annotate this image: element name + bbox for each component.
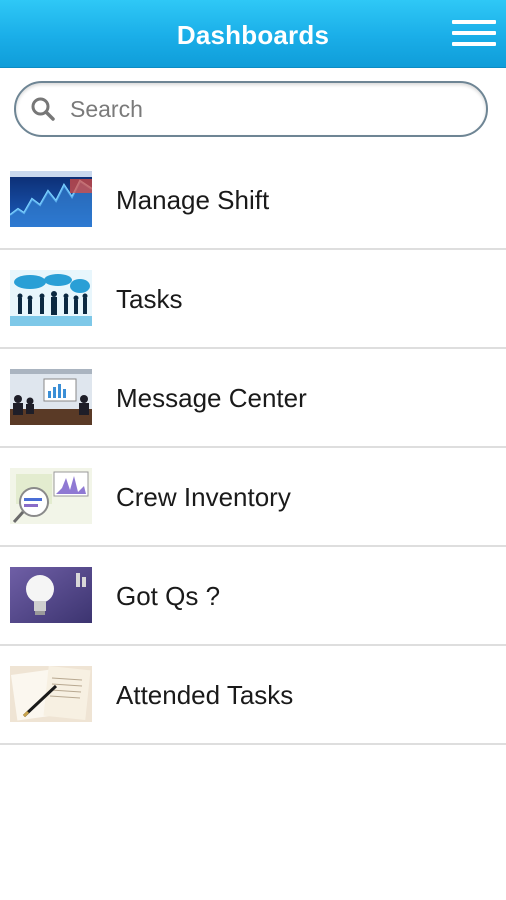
app-header: Dashboards xyxy=(0,0,506,68)
list-item-label: Message Center xyxy=(116,383,307,413)
list-item-attended-tasks[interactable]: Attended Tasks xyxy=(0,646,506,745)
page-title: Dashboards xyxy=(176,20,330,50)
hamburger-menu-icon[interactable] xyxy=(452,18,496,50)
stock-chart-thumbnail xyxy=(10,171,92,227)
meeting-presentation-thumbnail xyxy=(10,369,92,425)
list-item-crew-inventory[interactable]: Crew Inventory xyxy=(0,448,506,547)
list-item-tasks[interactable]: Tasks xyxy=(0,250,506,349)
list-item-got-qs[interactable]: Got Qs ? xyxy=(0,547,506,646)
list-item-label: Crew Inventory xyxy=(116,482,291,512)
business-people-world-map-thumbnail xyxy=(10,270,92,326)
documents-pen-thumbnail xyxy=(10,666,92,722)
menu-bar xyxy=(452,31,496,35)
dashboard-list: Manage Shift Tasks Message Center Crew I… xyxy=(0,151,506,745)
search-bar[interactable] xyxy=(14,81,488,137)
app-screen: Dashboards Search Manage Shift Tasks Mes… xyxy=(0,0,506,900)
menu-bar xyxy=(452,20,496,24)
menu-bar xyxy=(452,42,496,46)
list-item-label: Tasks xyxy=(116,284,183,314)
list-item-label: Attended Tasks xyxy=(116,680,294,710)
list-item-manage-shift[interactable]: Manage Shift xyxy=(0,151,506,250)
charts-magnifier-thumbnail xyxy=(10,468,92,524)
search-icon xyxy=(31,97,55,121)
list-item-label: Manage Shift xyxy=(116,185,270,215)
list-item-message-center[interactable]: Message Center xyxy=(0,349,506,448)
light-bulb-thumbnail xyxy=(10,567,92,623)
search-input[interactable] xyxy=(70,91,470,127)
list-item-label: Got Qs ? xyxy=(116,581,221,611)
